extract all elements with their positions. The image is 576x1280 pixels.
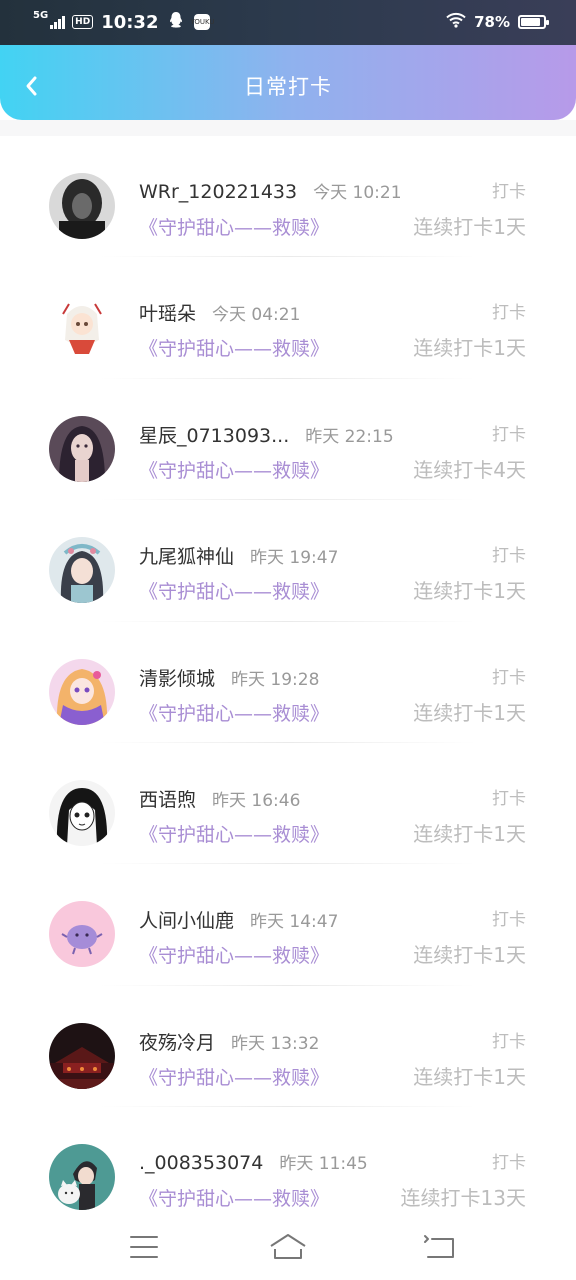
- checkin-list-item[interactable]: 星辰_0713093... 昨天 22:15 打卡《守护甜心——救赎》 连续打卡4天: [0, 379, 576, 501]
- checkin-time: 今天 10:21: [313, 183, 402, 203]
- battery-icon: [518, 15, 549, 29]
- header-shadow: [0, 120, 576, 136]
- streak-count: 连续打卡4天: [413, 457, 526, 482]
- checkin-label: 打卡: [492, 910, 526, 931]
- checkin-list-item[interactable]: WRr_120221433 今天 10:21 打卡《守护甜心——救赎》 连续打卡1天: [0, 136, 576, 258]
- avatar[interactable]: [49, 658, 115, 725]
- return-button[interactable]: [418, 1227, 462, 1267]
- user-name[interactable]: ._008353074: [139, 1152, 263, 1174]
- checkin-list-item[interactable]: 西语煦 昨天 16:46 打卡《守护甜心——救赎》 连续打卡1天: [0, 743, 576, 865]
- user-name[interactable]: 西语煦: [139, 785, 196, 812]
- hd-badge: HD: [72, 15, 94, 29]
- status-bar: 5G HD 10:32 YOUKU 78%: [0, 0, 576, 45]
- book-title-link[interactable]: 《守护甜心——救赎》: [139, 941, 329, 968]
- checkin-label: 打卡: [492, 1153, 526, 1174]
- user-name[interactable]: 夜殇冷月: [139, 1028, 215, 1055]
- youku-icon: YOUKU: [190, 14, 215, 30]
- streak-count: 连续打卡13天: [400, 1186, 526, 1211]
- menu-icon: [130, 1236, 158, 1258]
- wifi-icon: [446, 12, 466, 32]
- avatar[interactable]: [49, 415, 115, 482]
- user-name[interactable]: 九尾狐神仙: [139, 542, 234, 569]
- checkin-label: 打卡: [492, 1031, 526, 1052]
- streak-count: 连续打卡1天: [413, 215, 526, 239]
- network-type: 5G: [33, 10, 49, 21]
- book-title-link[interactable]: 《守护甜心——救赎》: [139, 820, 329, 847]
- book-title-link[interactable]: 《守护甜心——救赎》: [139, 456, 329, 483]
- battery-percent: 78%: [474, 13, 510, 31]
- checkin-list-item[interactable]: 夜殇冷月 昨天 13:32 打卡《守护甜心——救赎》 连续打卡1天: [0, 986, 576, 1108]
- user-name[interactable]: 清影倾城: [139, 664, 215, 691]
- streak-count: 连续打卡1天: [413, 821, 526, 846]
- menu-button[interactable]: [122, 1227, 166, 1267]
- header-bar: 日常打卡: [0, 45, 576, 120]
- system-nav-bar: [0, 1215, 576, 1280]
- checkin-time: 昨天 11:45: [279, 1154, 368, 1175]
- user-name[interactable]: 人间小仙鹿: [139, 906, 234, 933]
- book-title-link[interactable]: 《守护甜心——救赎》: [139, 1184, 329, 1211]
- checkin-time: 昨天 16:46: [212, 790, 301, 811]
- checkin-list-item[interactable]: ._008353074 昨天 11:45 打卡《守护甜心——救赎》 连续打卡13天: [0, 1107, 576, 1229]
- avatar[interactable]: [49, 901, 115, 968]
- user-name[interactable]: 星辰_0713093...: [139, 421, 289, 448]
- checkin-time: 昨天 14:47: [250, 912, 339, 933]
- status-time: 10:32: [101, 11, 159, 33]
- streak-count: 连续打卡1天: [413, 700, 526, 725]
- checkin-list-item[interactable]: 人间小仙鹿 昨天 14:47 打卡《守护甜心——救赎》 连续打卡1天: [0, 864, 576, 986]
- checkin-label: 打卡: [492, 424, 526, 445]
- checkin-time: 昨天 19:47: [250, 548, 339, 569]
- checkin-time: 昨天 13:32: [231, 1033, 320, 1054]
- checkin-list-item[interactable]: 九尾狐神仙 昨天 19:47 打卡《守护甜心——救赎》 连续打卡1天: [0, 500, 576, 622]
- checkin-label: 打卡: [492, 303, 526, 324]
- checkin-list-item[interactable]: 叶瑶朵 今天 04:21 打卡《守护甜心——救赎》 连续打卡1天: [0, 257, 576, 379]
- streak-count: 连续打卡1天: [413, 943, 526, 968]
- checkin-label: 打卡: [492, 182, 526, 202]
- avatar[interactable]: [49, 779, 115, 846]
- checkin-label: 打卡: [492, 546, 526, 567]
- home-icon: [270, 1234, 306, 1259]
- avatar[interactable]: [49, 1022, 115, 1089]
- checkin-time: 昨天 19:28: [231, 669, 320, 690]
- book-title-link[interactable]: 《守护甜心——救赎》: [139, 1063, 329, 1090]
- book-title-link[interactable]: 《守护甜心——救赎》: [139, 334, 329, 361]
- streak-count: 连续打卡1天: [413, 579, 526, 604]
- checkin-time: 昨天 22:15: [305, 426, 394, 447]
- home-button[interactable]: [266, 1227, 310, 1267]
- qq-icon: [168, 11, 184, 33]
- checkin-list: WRr_120221433 今天 10:21 打卡 《守护甜心——救赎》 连续打卡1天叶…: [0, 136, 576, 1229]
- user-name[interactable]: WRr_120221433: [139, 181, 297, 203]
- avatar[interactable]: [49, 173, 115, 239]
- user-name[interactable]: 叶瑶朵: [139, 299, 196, 326]
- book-title-link[interactable]: 《守护甜心——救赎》: [139, 577, 329, 604]
- book-title-link[interactable]: 《守护甜心——救赎》: [139, 213, 329, 240]
- checkin-list-item[interactable]: 清影倾城 昨天 19:28 打卡《守护甜心——救赎》 连续打卡1天: [0, 622, 576, 743]
- checkin-time: 今天 04:21: [212, 305, 301, 326]
- avatar[interactable]: [49, 1144, 115, 1211]
- signal-icon: [50, 15, 66, 29]
- streak-count: 连续打卡1天: [413, 1064, 526, 1089]
- streak-count: 连续打卡1天: [413, 336, 526, 361]
- checkin-label: 打卡: [492, 667, 526, 688]
- book-title-link[interactable]: 《守护甜心——救赎》: [139, 699, 329, 726]
- avatar[interactable]: [49, 294, 115, 361]
- checkin-label: 打卡: [492, 788, 526, 809]
- page-title: 日常打卡: [244, 75, 332, 99]
- back-icon: [424, 1235, 454, 1258]
- avatar[interactable]: [49, 537, 115, 604]
